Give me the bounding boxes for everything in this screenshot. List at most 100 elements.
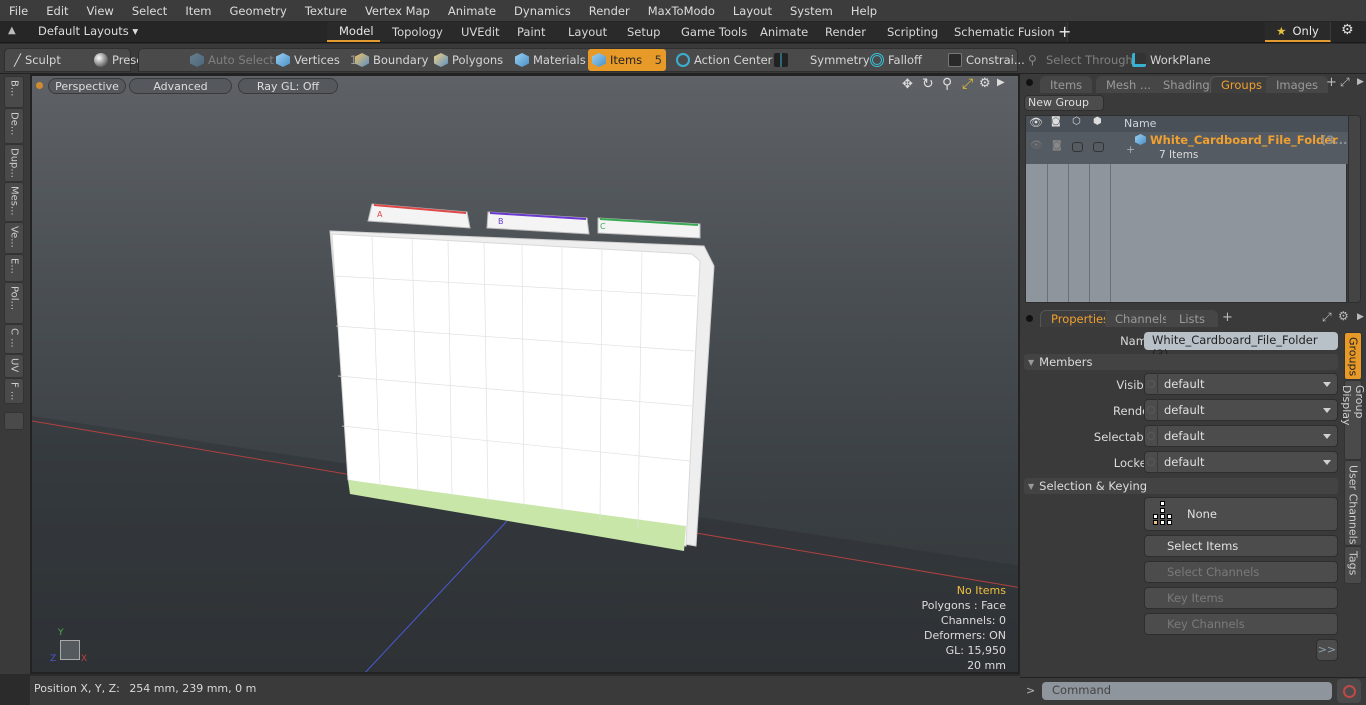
row-visibility-icon[interactable]: 👁 [1030,140,1043,151]
menu-animate[interactable]: Animate [439,4,505,18]
left-tab-pol[interactable]: Pol... [4,282,24,324]
lock-column-icon[interactable]: ⬢ [1093,116,1102,127]
left-tab-b[interactable]: B... [4,76,24,108]
left-tab-extra[interactable] [4,412,24,430]
left-tab-uv[interactable]: UV [4,354,24,378]
expand-icon[interactable]: ⤢ [1340,75,1350,90]
left-tab-de[interactable]: De... [4,108,24,144]
group-row[interactable]: 👁 ◙ + White_Cardboard_File_Folder (3... … [1026,132,1348,164]
locked-radio[interactable] [1147,458,1155,466]
left-tab-c[interactable]: C ... [4,324,24,354]
menu-maxtomodo[interactable]: MaxToModo [639,4,724,18]
record-button[interactable] [1337,679,1361,703]
visible-dropdown[interactable]: default [1144,373,1338,395]
expand-row-icon[interactable]: + [1126,143,1135,156]
selectable-radio[interactable] [1147,432,1155,440]
row-select-toggle[interactable] [1072,142,1083,152]
properties-expand-icon[interactable]: ⤢ [1322,310,1332,325]
tab-uvedit[interactable]: UVEdit [449,22,513,42]
menu-geometry[interactable]: Geometry [221,4,296,18]
layout-selector[interactable]: Default Layouts ▾ [38,24,138,38]
left-tab-ve[interactable]: Ve... [4,222,24,254]
left-tab-dup[interactable]: Dup... [4,144,24,182]
key-items-button[interactable]: Key Items [1144,587,1338,609]
menu-render[interactable]: Render [580,4,639,18]
falloff-button[interactable]: Falloff [866,49,926,71]
vertices-button[interactable]: Vertices 1 [272,49,361,71]
workplane-button[interactable]: WorkPlane [1128,49,1215,71]
tab-groups[interactable]: Groups [1210,76,1274,93]
add-panel-tab-button[interactable]: + [1326,75,1337,90]
menu-texture[interactable]: Texture [296,4,356,18]
tab-paint[interactable]: Paint [505,22,559,42]
members-section[interactable]: ▼ Members [1024,354,1338,370]
tab-animate[interactable]: Animate [748,22,822,42]
tab-images[interactable]: Images [1266,76,1329,93]
symmetry-button[interactable]: Symmetry [770,49,874,71]
menu-dynamics[interactable]: Dynamics [505,4,580,18]
groups-list[interactable]: 👁 ◙ ⬡ ⬢ Name 👁 ◙ + White_Cardboard_File_… [1025,115,1348,303]
render-radio[interactable] [1147,406,1155,414]
3d-viewport[interactable]: Perspective Advanced Ray GL: Off ✥ ↻ ⚲ ⤢… [30,74,1020,674]
properties-panel-menu-dot[interactable] [1026,315,1033,322]
menu-system[interactable]: System [781,4,842,18]
collapse-up-icon[interactable]: ▲ [8,25,20,37]
render-dropdown[interactable]: default [1144,399,1338,421]
sculpt-button[interactable]: ╱ Sculpt [10,49,65,71]
action-center-button[interactable]: Action Center [672,49,776,71]
polygons-button[interactable]: Polygons [430,49,507,71]
tab-topology[interactable]: Topology [380,22,456,42]
tab-setup[interactable]: Setup [615,22,674,42]
boundary-button[interactable]: Boundary [351,49,432,71]
select-through-button[interactable]: ⚲ Select Through [1024,49,1137,71]
tab-layout[interactable]: Layout [556,22,621,42]
add-properties-tab-button[interactable]: + [1222,310,1233,325]
row-lock-toggle[interactable] [1093,142,1104,152]
select-column-icon[interactable]: ⬡ [1072,116,1081,127]
tab-items[interactable]: Items [1040,76,1093,93]
visibility-column-icon[interactable]: 👁 [1029,116,1043,129]
side-tab-group-display[interactable]: Group Display [1340,380,1366,460]
menu-select[interactable]: Select [123,4,176,18]
groups-list-scrollbar[interactable] [1348,115,1361,303]
tab-render[interactable]: Render [813,22,879,42]
select-items-button[interactable]: Select Items [1144,535,1338,557]
tab-mesh[interactable]: Mesh ... [1096,76,1161,93]
left-tab-f[interactable]: F ... [4,378,24,404]
panel-more-icon[interactable]: ▶ [1357,77,1364,87]
auto-select-button[interactable]: Auto Select [186,49,278,71]
side-tab-groups[interactable]: Groups [1344,332,1362,380]
select-channels-button[interactable]: Select Channels [1144,561,1338,583]
menu-file[interactable]: File [0,4,37,18]
left-tab-mes[interactable]: Mes... [4,182,24,222]
command-input[interactable]: Command [1042,682,1332,700]
left-tab-e[interactable]: E... [4,254,24,282]
selection-keying-section[interactable]: ▼ Selection & Keying [1024,478,1338,494]
properties-more-icon[interactable]: ▶ [1357,312,1364,322]
items-button[interactable]: Items 5 [588,49,666,71]
side-tab-tags[interactable]: Tags [1344,546,1362,584]
tab-lists[interactable]: Lists [1166,310,1218,327]
constraints-button[interactable]: Constrai... [944,49,1029,71]
name-column-header[interactable]: Name [1124,117,1156,130]
menu-view[interactable]: View [78,4,123,18]
key-channels-button[interactable]: Key Channels [1144,613,1338,635]
locked-dropdown[interactable]: default [1144,451,1338,473]
tab-model[interactable]: Model [327,22,387,42]
more-button[interactable]: >> [1316,639,1338,661]
hierarchy-none-button[interactable]: None [1144,497,1338,531]
materials-button[interactable]: Materials [511,49,590,71]
row-render-icon[interactable]: ◙ [1052,140,1062,151]
menu-help[interactable]: Help [842,4,886,18]
selectable-dropdown[interactable]: default [1144,425,1338,447]
menu-vertex-map[interactable]: Vertex Map [356,4,439,18]
name-input[interactable]: White_Cardboard_File_Folder (3) [1144,332,1338,361]
tab-game-tools[interactable]: Game Tools [669,22,761,42]
tab-scripting[interactable]: Scripting [875,22,952,42]
menu-layout[interactable]: Layout [724,4,781,18]
gear-icon[interactable]: ⚙ [1341,22,1354,38]
properties-gear-icon[interactable]: ⚙ [1338,309,1349,323]
only-toggle[interactable]: ★ Only [1265,22,1331,42]
side-tab-user-channels[interactable]: User Channels [1344,460,1362,546]
add-tab-button[interactable]: + [1058,22,1071,41]
